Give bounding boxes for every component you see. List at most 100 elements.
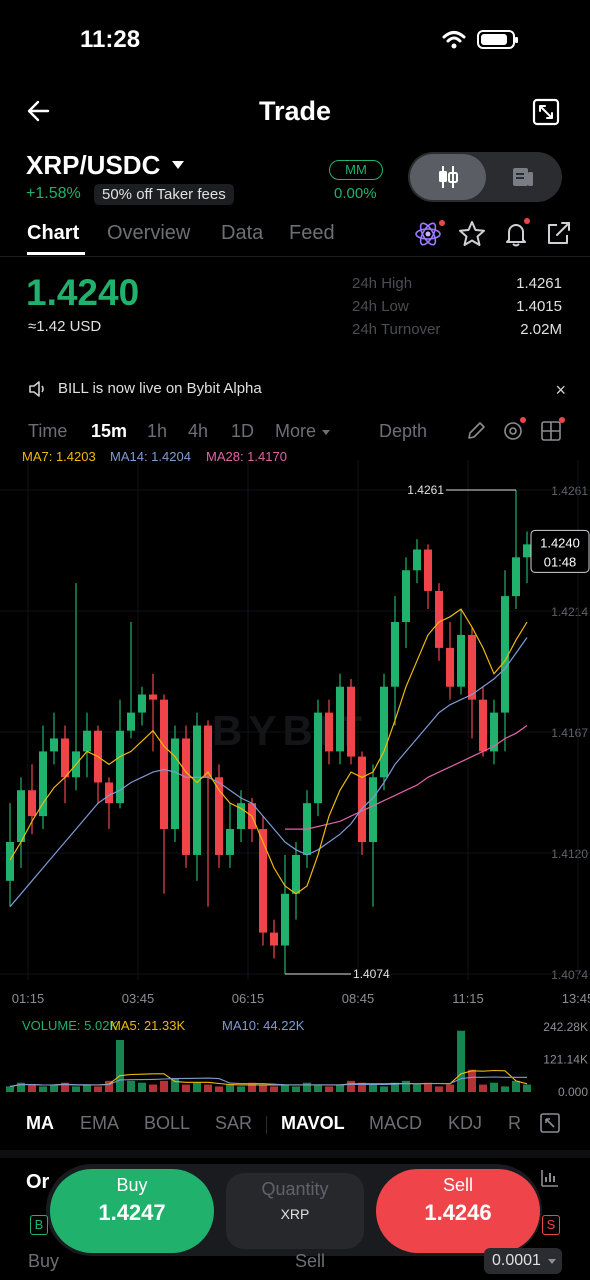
volume-bar	[281, 1084, 289, 1092]
stat-label: 24h High	[352, 275, 413, 292]
ai-atom-icon[interactable]	[414, 220, 442, 248]
tab-overview[interactable]: Overview	[107, 222, 190, 245]
indicator-settings-icon[interactable]	[540, 1113, 560, 1133]
volume-bar	[380, 1086, 388, 1092]
notification-dot	[439, 220, 445, 226]
candle-down	[446, 647, 454, 687]
volume-bar	[116, 1040, 124, 1092]
candle-up	[226, 829, 234, 855]
x-tick-label: 03:45	[122, 991, 155, 1006]
indicator-r[interactable]: R	[508, 1113, 521, 1134]
caret-down-icon[interactable]	[322, 430, 330, 435]
volume-bar	[72, 1086, 80, 1092]
volume-bar	[325, 1086, 333, 1092]
candle-up	[193, 725, 201, 855]
quantity-unit: XRP	[280, 1206, 310, 1222]
fee-badge[interactable]: 50% off Taker fees	[94, 184, 234, 205]
volume-bar	[446, 1084, 454, 1092]
star-icon[interactable]	[458, 220, 486, 248]
volume-tick-label: 242.28K	[543, 1020, 588, 1034]
pencil-icon[interactable]	[465, 420, 487, 442]
volume-bar	[226, 1084, 234, 1092]
expand-icon[interactable]	[532, 98, 560, 126]
interval-more[interactable]: More	[275, 421, 316, 442]
candle-down	[215, 777, 223, 855]
volume-bar	[94, 1086, 102, 1092]
quantity-input[interactable]: Quantity XRP	[226, 1173, 364, 1249]
buy-button[interactable]: Buy 1.4247	[50, 1169, 214, 1253]
interval-15m[interactable]: 15m	[91, 421, 127, 442]
y-tick-label: 1.4261	[551, 484, 588, 498]
volume-bar	[303, 1082, 311, 1092]
share-icon[interactable]	[544, 220, 572, 248]
pair-change: +1.58%	[26, 185, 81, 202]
candle-up	[391, 622, 399, 687]
tab-feed[interactable]: Feed	[289, 222, 335, 245]
interval-1d[interactable]: 1D	[231, 421, 254, 442]
depth-tab[interactable]: Depth	[379, 421, 427, 442]
volume-bar	[347, 1080, 355, 1092]
tab-data[interactable]: Data	[221, 222, 263, 245]
volume-tick-label: 121.14K	[543, 1053, 588, 1067]
pair-name[interactable]: XRP/USDC	[26, 150, 160, 181]
divider	[0, 256, 590, 257]
volume-bar	[39, 1086, 47, 1092]
volume-tick-label: 0.000	[558, 1085, 588, 1099]
volume-bar	[490, 1082, 498, 1092]
candle-up	[380, 686, 388, 778]
orderbook-icon[interactable]	[512, 166, 534, 188]
volume-bar	[501, 1086, 509, 1092]
close-icon[interactable]: ×	[555, 380, 566, 401]
mm-value: 0.00%	[334, 185, 377, 202]
notification-dot	[520, 417, 526, 423]
interval-time[interactable]: Time	[28, 421, 67, 442]
interval-1h[interactable]: 1h	[147, 421, 167, 442]
stat-value: 2.02M	[520, 321, 562, 338]
indicator-ema[interactable]: EMA	[80, 1113, 119, 1134]
y-tick-label: 1.4214	[551, 605, 588, 619]
candle-countdown: 01:48	[544, 554, 577, 569]
current-price-label: 1.4240	[540, 535, 580, 550]
caret-down-icon[interactable]	[548, 1259, 556, 1264]
order-tab[interactable]: Or	[26, 1171, 49, 1194]
candle-up	[171, 738, 179, 830]
indicator-boll[interactable]: BOLL	[144, 1113, 190, 1134]
indicator-ma[interactable]: MA	[26, 1113, 54, 1134]
candle-up	[138, 694, 146, 713]
indicator-macd[interactable]: MACD	[369, 1113, 422, 1134]
announcement-text[interactable]: BILL is now live on Bybit Alpha	[58, 380, 262, 397]
low-marker-label: 1.4074	[353, 967, 390, 981]
mm-badge[interactable]: MM	[329, 160, 383, 180]
caret-down-icon[interactable]	[172, 161, 184, 169]
volume-bar	[369, 1084, 377, 1092]
candle-up	[116, 730, 124, 804]
candle-up	[50, 738, 58, 752]
volume-bar	[28, 1084, 36, 1092]
indicator-kdj[interactable]: KDJ	[448, 1113, 482, 1134]
indicator-sar[interactable]: SAR	[215, 1113, 252, 1134]
candle-up	[512, 557, 520, 597]
volume-bar	[83, 1084, 91, 1092]
x-tick-label: 11:15	[452, 991, 484, 1006]
settings-icon[interactable]	[502, 420, 524, 442]
layout-grid-icon[interactable]	[540, 420, 562, 442]
candle-up	[39, 751, 47, 817]
y-tick-label: 1.4074	[551, 968, 588, 982]
candlestick-chart[interactable]: 1.4261 1.4214 1.4167 1.4120 1.4074 01:15 03:45…	[0, 460, 590, 1100]
candle-up	[314, 712, 322, 804]
status-time: 11:28	[80, 26, 141, 53]
interval-4h[interactable]: 4h	[188, 421, 208, 442]
sell-button[interactable]: Sell 1.4246	[376, 1169, 540, 1253]
indicator-mavol[interactable]: MAVOL	[281, 1113, 345, 1134]
candle-up	[292, 854, 300, 894]
volume-legend: MA5: 21.33K	[110, 1018, 185, 1033]
candle-down	[325, 712, 333, 752]
x-tick-label: 01:15	[12, 991, 45, 1006]
tab-chart[interactable]: Chart	[27, 222, 79, 245]
candlestick-icon[interactable]	[436, 164, 460, 190]
candle-down	[479, 699, 487, 752]
candle-down	[160, 699, 168, 830]
chart-icon[interactable]	[540, 1168, 560, 1188]
stat-label: 24h Turnover	[352, 321, 441, 338]
bell-icon[interactable]	[502, 220, 530, 248]
